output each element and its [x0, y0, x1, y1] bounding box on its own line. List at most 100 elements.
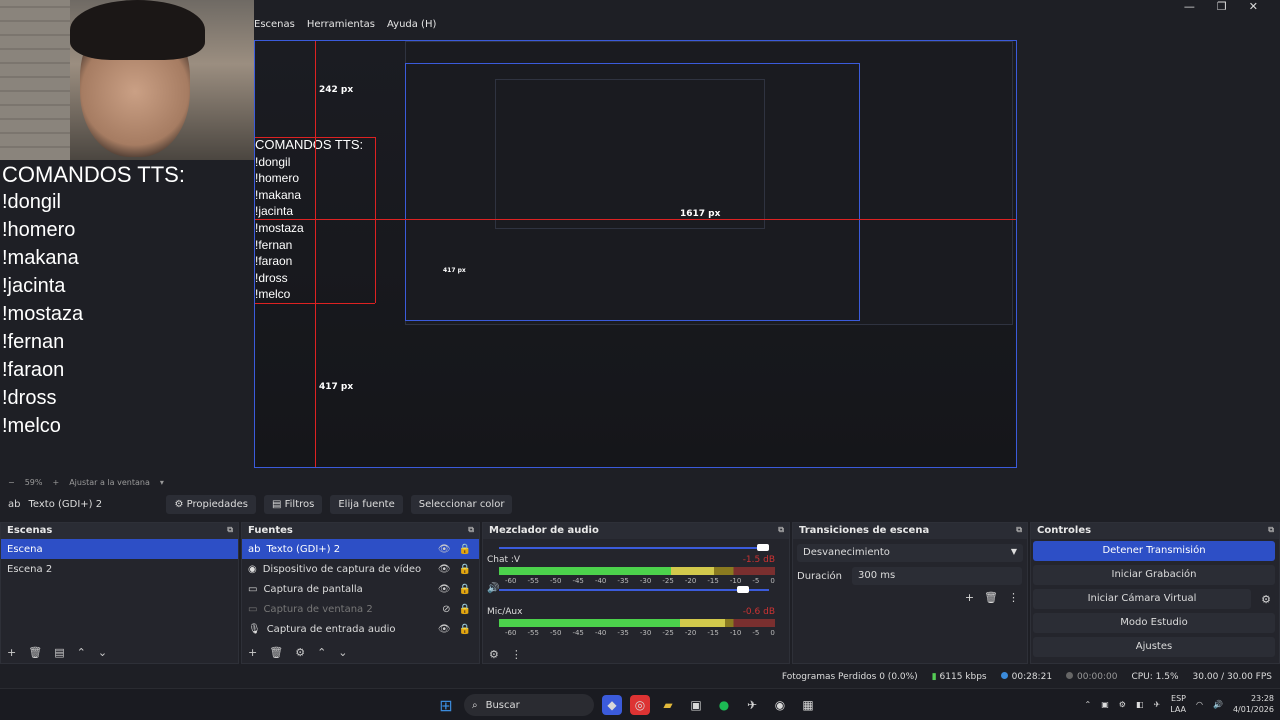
tray-icon[interactable]: ◧: [1136, 700, 1144, 709]
trash-icon[interactable]: 🗑: [984, 591, 998, 604]
source-item[interactable]: ▭ Captura de ventana 2 ⊘ 🔒: [242, 599, 479, 619]
tts-command: !faraon: [2, 359, 65, 381]
meter-tick: 0: [770, 577, 775, 585]
preview-canvas[interactable]: COMANDOS TTS: !dongil !homero !makana !j…: [254, 40, 1017, 468]
add-icon[interactable]: +: [965, 591, 974, 604]
start-recording-button[interactable]: Iniciar Grabación: [1033, 565, 1275, 585]
select-color-button[interactable]: Seleccionar color: [410, 494, 513, 514]
eye-icon[interactable]: 👁: [438, 584, 451, 595]
maximize-icon[interactable]: ❐: [1217, 0, 1227, 14]
move-up-icon[interactable]: ⌃: [77, 646, 86, 659]
minimize-icon[interactable]: —: [1184, 0, 1195, 14]
volume-slider[interactable]: [499, 586, 769, 593]
source-item[interactable]: ab Texto (GDI+) 2 👁 🔒: [242, 539, 479, 559]
eye-icon[interactable]: 👁: [438, 564, 451, 575]
lock-icon[interactable]: 🔒: [459, 564, 471, 575]
stop-stream-button[interactable]: Detener Transmisión: [1033, 541, 1275, 561]
app-icon[interactable]: ▦: [798, 695, 818, 715]
menu-escenas[interactable]: Escenas: [254, 19, 295, 30]
clock[interactable]: 23:28 4/01/2026: [1233, 693, 1274, 715]
move-up-icon[interactable]: ⌃: [317, 646, 326, 659]
eye-hidden-icon[interactable]: ⊘: [442, 604, 450, 615]
chevron-up-icon[interactable]: ⌃: [1085, 700, 1092, 709]
window-icon: ▭: [248, 603, 258, 615]
steam-icon[interactable]: ✈: [742, 695, 762, 715]
trash-icon[interactable]: 🗑: [269, 646, 283, 659]
meter-tick: -30: [639, 629, 652, 637]
studio-mode-button[interactable]: Modo Estudio: [1033, 613, 1275, 633]
menu-icon[interactable]: ⋮: [1008, 591, 1019, 604]
px-label: 1617 px: [680, 209, 721, 219]
menu-ayuda[interactable]: Ayuda (H): [387, 19, 436, 30]
choose-source-button[interactable]: Elija fuente: [330, 494, 403, 514]
system-tray: ⌃ ▣ ⚙ ◧ ✈ ESP LAA ◠ 🔊 23:28 4/01/2026: [1085, 693, 1275, 715]
tts-command: !homero: [2, 219, 76, 241]
guide-line: [255, 219, 1016, 220]
taskbar-search[interactable]: ⌕ Buscar: [464, 694, 594, 716]
scene-item[interactable]: Escena: [1, 539, 238, 559]
eye-icon[interactable]: 👁: [438, 624, 451, 635]
taskbar: ⊞ ⌕ Buscar ◆ ◎ ▰ ▣ ● ✈ ◉ ▦ ⌃ ▣ ⚙ ◧ ✈ ESP L…: [0, 688, 1280, 720]
gear-icon[interactable]: ⚙: [489, 648, 499, 661]
tts-command: !fernan: [2, 331, 65, 353]
meter-tick: -45: [572, 629, 584, 637]
undock-icon[interactable]: ⧉: [227, 525, 233, 535]
source-item[interactable]: 🎙 Captura de entrada audio 👁 🔒: [242, 619, 479, 639]
zoom-fit[interactable]: Ajustar a la ventana: [69, 478, 150, 487]
zoom-in-icon[interactable]: +: [52, 478, 59, 487]
copilot-icon[interactable]: ◆: [602, 695, 622, 715]
folder-icon[interactable]: ▰: [658, 695, 678, 715]
properties-button[interactable]: ⚙ Propiedades: [166, 494, 256, 514]
lock-icon[interactable]: 🔒: [459, 544, 471, 555]
undock-icon[interactable]: ⧉: [1016, 525, 1022, 535]
lock-icon[interactable]: 🔒: [459, 604, 471, 615]
volume-slider[interactable]: [499, 544, 769, 551]
store-icon[interactable]: ▣: [686, 695, 706, 715]
start-virtual-camera-button[interactable]: Iniciar Cámara Virtual: [1033, 589, 1251, 609]
scene-item[interactable]: Escena 2: [1, 559, 238, 579]
undock-icon[interactable]: ⧉: [468, 525, 474, 535]
spotify-icon[interactable]: ●: [714, 695, 734, 715]
obs-icon[interactable]: ◉: [770, 695, 790, 715]
speaker-icon[interactable]: 🔊: [487, 583, 499, 594]
gear-icon[interactable]: ⚙: [1261, 593, 1271, 606]
tts-command: !mostaza: [2, 303, 84, 325]
tray-icon[interactable]: ✈: [1154, 700, 1161, 709]
language-indicator[interactable]: ESP LAA: [1170, 693, 1186, 715]
menu-herramientas[interactable]: Herramientas: [307, 19, 375, 30]
chrome-icon[interactable]: ◎: [630, 695, 650, 715]
volume-icon[interactable]: 🔊: [1213, 700, 1223, 709]
lock-icon[interactable]: 🔒: [459, 584, 471, 595]
tray-icon[interactable]: ⚙: [1119, 700, 1126, 709]
close-icon[interactable]: ✕: [1249, 0, 1258, 14]
guide-line: [315, 41, 316, 467]
lock-icon[interactable]: 🔒: [459, 624, 471, 635]
mixer-channel: Chat :V -1.5 dB -60 -55 -50 -45 -40 -35 -30 -25…: [483, 553, 789, 605]
text-icon: ab: [248, 543, 261, 555]
meter-tick: -10: [729, 577, 742, 585]
add-icon[interactable]: +: [248, 646, 257, 659]
gear-icon[interactable]: ⚙: [295, 646, 305, 659]
zoom-out-icon[interactable]: −: [8, 478, 15, 487]
wifi-icon[interactable]: ◠: [1196, 700, 1203, 709]
settings-button[interactable]: Ajustes: [1033, 637, 1275, 657]
tray-icon[interactable]: ▣: [1101, 700, 1109, 709]
chevron-down-icon[interactable]: ▾: [160, 478, 164, 487]
add-icon[interactable]: +: [7, 646, 16, 659]
filters-button[interactable]: ▤ Filtros: [263, 494, 323, 514]
stream-time: 00:28:21: [1000, 672, 1052, 682]
undock-icon[interactable]: ⧉: [778, 525, 784, 535]
transition-select[interactable]: Desvanecimiento ▼: [797, 544, 1023, 562]
duration-input[interactable]: 300 ms: [852, 567, 1023, 585]
chevron-down-icon: ▼: [1010, 547, 1017, 556]
move-down-icon[interactable]: ⌄: [338, 646, 347, 659]
source-item[interactable]: ◉ Dispositivo de captura de vídeo 👁 🔒: [242, 559, 479, 579]
move-down-icon[interactable]: ⌄: [98, 646, 107, 659]
menu-icon[interactable]: ⋮: [511, 648, 522, 661]
eye-icon[interactable]: 👁: [438, 544, 451, 555]
undock-icon[interactable]: ⧉: [1268, 525, 1274, 535]
trash-icon[interactable]: 🗑: [28, 646, 42, 659]
filter-icon[interactable]: ▤: [54, 646, 64, 659]
source-item[interactable]: ▭ Captura de pantalla 👁 🔒: [242, 579, 479, 599]
windows-start-icon[interactable]: ⊞: [436, 695, 456, 715]
